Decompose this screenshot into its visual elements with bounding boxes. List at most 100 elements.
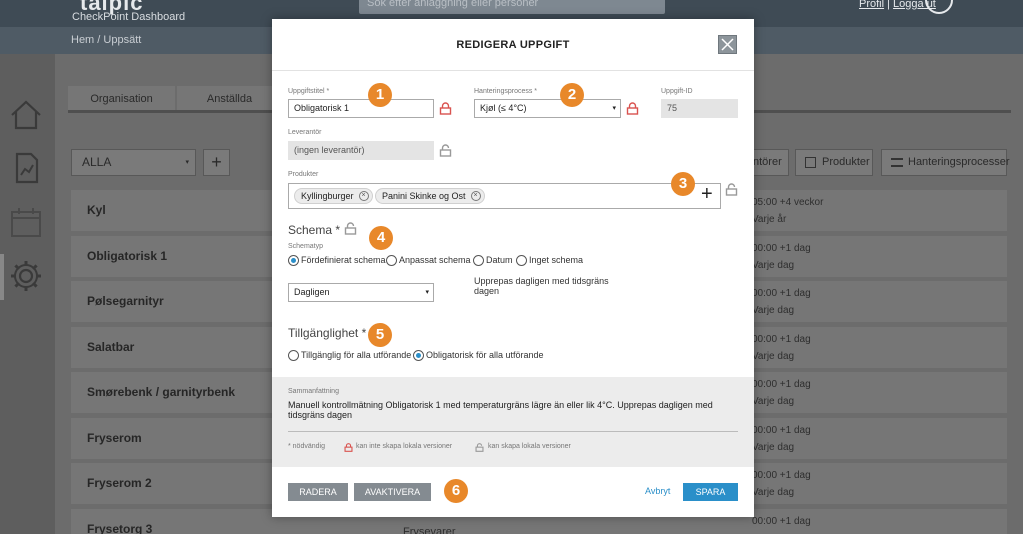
close-icon[interactable]: × [358, 191, 369, 201]
dialog-footer: RADERA AVAKTIVERA 6 Avbryt SPARA [272, 467, 754, 517]
deactivate-button[interactable]: AVAKTIVERA [354, 483, 431, 501]
processes-button[interactable]: Hanteringsprocesser [881, 149, 1010, 176]
row-category: Frysevarer [403, 525, 456, 534]
row-deadline: 00:00 +1 dag [752, 288, 811, 299]
summary-divider [288, 431, 738, 432]
task-title-input[interactable]: Obligatorisk 1 [288, 99, 434, 118]
process-value: Kjøl (≤ 4°C) [480, 103, 527, 113]
products-button[interactable]: Produkter [795, 149, 873, 176]
step-badge-3: 3 [671, 172, 695, 196]
processes-icon [891, 158, 903, 167]
save-button[interactable]: SPARA [683, 483, 738, 501]
unlocked-note: kan skapa lokala versioner [488, 443, 571, 450]
edit-task-dialog: REDIGERA UPPGIFT Uppgiftstitel * Obligat… [272, 19, 754, 517]
radio-available-for-all[interactable]: Tillgänglig för alla utförande [288, 350, 411, 361]
row-frequency: Varje dag [752, 259, 795, 271]
availability-heading: Tillgänglighet * [288, 326, 367, 340]
row-deadline: 00:00 +1 dag [752, 379, 811, 390]
dialog-title: REDIGERA UPPGIFT [456, 39, 570, 51]
unlock-icon [475, 443, 484, 452]
row-frequency: Varje dag [752, 441, 795, 453]
frequency-select[interactable]: Dagligen ▾ [288, 283, 434, 302]
radio-predefined-schedule[interactable]: Fördefinierat schema [288, 255, 386, 266]
add-button[interactable]: + [203, 149, 230, 176]
row-deadline: 05:00 +4 veckor [752, 197, 824, 208]
task-id-field: 75 [661, 99, 738, 118]
unlock-icon[interactable] [725, 183, 738, 196]
product-chip[interactable]: Panini Skinke og Ost × [375, 188, 485, 204]
close-icon[interactable]: × [470, 191, 481, 201]
header-divider [272, 70, 754, 71]
step-badge-2: 2 [560, 83, 584, 107]
chevron-down-icon: ▾ [425, 289, 429, 296]
radio-date[interactable]: Datum [473, 255, 513, 266]
supplier-field: (ingen leverantör) [288, 141, 434, 160]
schedule-type-label: Schematyp [288, 243, 324, 250]
add-product-button[interactable]: + [701, 183, 713, 205]
product-chip-label: Panini Skinke og Ost [382, 191, 466, 201]
products-label: Produkter [822, 156, 870, 168]
sidebar [0, 54, 55, 534]
schedule-heading: Schema * [288, 223, 341, 237]
products-label: Produkter [288, 171, 319, 178]
chevron-down-icon: ▾ [612, 105, 616, 112]
summary-panel: Sammanfattning Manuell kontrollmätning O… [272, 377, 754, 467]
close-button[interactable] [718, 35, 737, 54]
calendar-icon[interactable] [8, 204, 44, 240]
row-name: Fryserom 2 [87, 476, 152, 490]
radio-custom-schedule[interactable]: Anpassat schema [386, 255, 471, 266]
required-note: * nödvändig [288, 443, 325, 450]
step-badge-5: 5 [368, 323, 392, 347]
tab-anstallda[interactable]: Anställda [177, 86, 282, 112]
supplier-label: Leverantör [288, 129, 322, 136]
unlock-icon[interactable] [344, 222, 357, 235]
cancel-button[interactable]: Avbryt [645, 486, 670, 496]
products-icon [805, 157, 816, 168]
summary-text: Manuell kontrollmätning Obligatorisk 1 m… [288, 400, 713, 420]
report-icon[interactable] [8, 150, 44, 186]
lock-icon[interactable] [439, 102, 452, 115]
processes-label: Hanteringsprocesser [908, 156, 1010, 168]
frequency-value: Dagligen [294, 287, 330, 297]
app-subtitle: CheckPoint Dashboard [72, 11, 186, 23]
avatar[interactable] [925, 0, 953, 14]
row-deadline: 00:00 +1 dag [752, 515, 811, 527]
lock-icon[interactable] [626, 102, 639, 115]
row-name: Kyl [87, 203, 106, 217]
products-input[interactable]: Kyllingburger × Panini Skinke og Ost × [288, 183, 721, 209]
close-icon [721, 38, 734, 51]
product-chip-label: Kyllingburger [301, 191, 354, 201]
tab-organisation[interactable]: Organisation [68, 86, 175, 112]
delete-button[interactable]: RADERA [288, 483, 348, 501]
product-chip[interactable]: Kyllingburger × [294, 188, 373, 204]
row-name: Frysetorg 3 [87, 521, 153, 534]
radio-mandatory-for-all[interactable]: Obligatorisk för alla utförande [413, 350, 544, 361]
row-frequency: Varje dag [752, 350, 795, 362]
filter-value: ALLA [82, 155, 112, 169]
task-id-label: Uppgift-ID [661, 88, 693, 95]
row-name: Smørebenk / garnityrbenk [87, 385, 236, 399]
summary-label: Sammanfattning [288, 388, 339, 395]
row-frequency: Varje år [752, 214, 787, 225]
locked-note: kan inte skapa lokala versioner [356, 443, 453, 450]
step-badge-1: 1 [368, 83, 392, 107]
row-deadline: 00:00 +1 dag [752, 424, 811, 436]
row-name: Fryserom [87, 430, 142, 445]
filter-select[interactable]: ALLA ▾ [71, 149, 196, 176]
breadcrumb[interactable]: Hem / Uppsätt [71, 34, 141, 46]
step-badge-4: 4 [369, 226, 393, 250]
row-frequency: Varje dag [752, 487, 795, 498]
row-name: Pølsegarnityr [87, 294, 164, 308]
row-deadline: 00:00 +1 dag [752, 333, 811, 345]
profile-link[interactable]: Profil [859, 0, 884, 10]
schedule-note: Upprepas dagligen med tidsgräns dagen [474, 276, 609, 296]
process-select[interactable]: Kjøl (≤ 4°C) ▾ [474, 99, 621, 118]
search-input[interactable]: Sök efter anläggning eller personer [359, 0, 665, 14]
step-badge-6: 6 [444, 479, 468, 503]
radio-no-schedule[interactable]: Inget schema [516, 255, 583, 266]
unlock-icon[interactable] [439, 144, 452, 157]
row-frequency: Varje dag [752, 396, 795, 407]
home-icon[interactable] [8, 97, 44, 133]
row-name: Obligatorisk 1 [87, 248, 168, 263]
gear-icon[interactable] [8, 258, 44, 294]
